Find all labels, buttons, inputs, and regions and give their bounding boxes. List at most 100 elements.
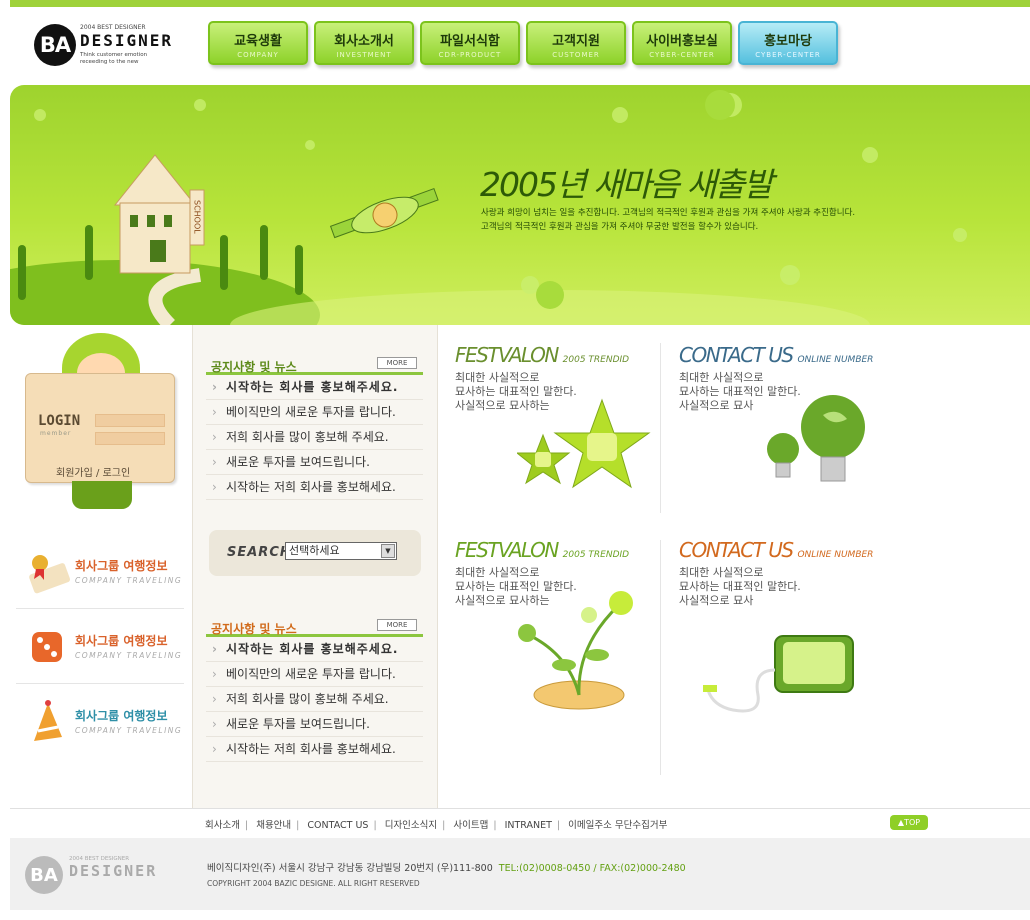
separator: | bbox=[373, 820, 377, 831]
site-logo[interactable]: BA 2004 BEST DESIGNER DESIGNER Think cus… bbox=[34, 22, 194, 70]
nav-item-education[interactable]: 교육생활 COMPANY bbox=[208, 21, 308, 65]
character-legs bbox=[72, 481, 132, 509]
promo-sub-text: ONLINE NUMBER bbox=[797, 355, 874, 365]
more-button[interactable]: MORE bbox=[377, 357, 417, 369]
nav-label: 교육생활 bbox=[234, 34, 282, 49]
news-item[interactable]: 시작하는 회사를 홍보해주세요. bbox=[206, 637, 423, 662]
promo-head-text: FESTVALON bbox=[455, 538, 559, 562]
news-title: 공지사항 및 뉴스 bbox=[211, 360, 297, 374]
promo-line: 최대한 사실적으로 bbox=[455, 371, 540, 384]
login-subtitle: member bbox=[40, 430, 72, 437]
footer-link-newsletter[interactable]: 디자인소식지 bbox=[385, 820, 437, 831]
footer-link-sitemap[interactable]: 사이트맵 bbox=[453, 820, 488, 831]
footer-logo-mark: BA bbox=[25, 856, 63, 894]
footer-link-email-policy[interactable]: 이메일주소 무단수집거부 bbox=[568, 820, 667, 831]
news-item[interactable]: 시작하는 저희 회사를 홍보해세요. bbox=[206, 475, 423, 500]
news-list: 시작하는 회사를 홍보해주세요. 베이직만의 새로운 투자를 랍니다. 저희 회… bbox=[206, 637, 423, 762]
side-item-travel-3[interactable]: 회사그룹 여행정보 COMPANY TRAVELING bbox=[16, 685, 184, 759]
search-select-value: 선택하세요 bbox=[289, 544, 340, 557]
news-header: 공지사항 및 뉴스 MORE bbox=[206, 615, 423, 637]
promo-line: 최대한 사실적으로 bbox=[679, 566, 764, 579]
banner-desc-line-1: 사랑과 희망이 넘치는 일을 추진합니다. 고객님의 적극적인 후원과 관심을 … bbox=[481, 208, 856, 218]
nav-item-promotion[interactable]: 홍보마당 CYBER-CENTER bbox=[738, 21, 838, 65]
footer-link-intranet[interactable]: INTRANET bbox=[505, 820, 552, 831]
top-button[interactable]: ▲TOP bbox=[890, 815, 928, 830]
banner-desc-line-2: 고객님의 적극적인 후원과 관심을 가져 주셔야 무궁한 발전을 할수가 있습니… bbox=[481, 222, 759, 232]
promo-heading: CONTACT US ONLINE NUMBER bbox=[679, 538, 873, 562]
copyright: COPYRIGHT 2004 BAZIC DESIGNE. ALL RIGHT … bbox=[207, 879, 420, 888]
separator: | bbox=[493, 820, 497, 831]
join-link[interactable]: 회원가입 bbox=[56, 468, 93, 479]
promo-sub-text: 2005 TRENDID bbox=[562, 550, 630, 560]
nav-sub: COMPANY bbox=[237, 51, 279, 59]
login-id-field[interactable] bbox=[95, 414, 165, 427]
news-list: 시작하는 회사를 홍보해주세요. 베이직만의 새로운 투자를 랍니다. 저희 회… bbox=[206, 375, 423, 500]
promo-sub-text: 2005 TRENDID bbox=[562, 355, 630, 365]
news-item[interactable]: 저희 회사를 많이 홍보해 주세요. bbox=[206, 687, 423, 712]
nav-sub: CYBER-CENTER bbox=[755, 51, 821, 59]
footer: BA 2004 BEST DESIGNER DESIGNER 베이직디자인(주)… bbox=[10, 838, 1030, 910]
promo-contact-2[interactable]: CONTACT US ONLINE NUMBER 최대한 사실적으로 묘사하는 대… bbox=[663, 520, 873, 713]
main-nav: 교육생활 COMPANY 회사소개서 INVESTMENT 파일서식함 CDR-PRO… bbox=[208, 21, 838, 65]
left-sidebar: LOGIN member 회원가입 / 로그인 회사그룹 여행정보 COMPAN… bbox=[10, 325, 193, 808]
tel-fax-text: TEL:(02)0008-0450 / FAX:(02)000-2480 bbox=[498, 863, 686, 874]
banner-title: 2005년 새마음 새출발 bbox=[480, 165, 773, 204]
dropdown-arrow-icon: ▼ bbox=[381, 544, 395, 558]
footer-divider bbox=[10, 808, 1030, 809]
logo-tagline: Think customer emotion receeding to the … bbox=[80, 52, 148, 65]
nav-item-cyber-pr[interactable]: 사이버홍보실 CYBER-CENTER bbox=[632, 21, 732, 65]
nav-item-support[interactable]: 고객지원 CUSTOMER bbox=[526, 21, 626, 65]
news-item[interactable]: 새로운 투자를 보여드립니다. bbox=[206, 450, 423, 475]
nav-sub: INVESTMENT bbox=[336, 51, 392, 59]
footer-link-company[interactable]: 회사소개 bbox=[205, 820, 240, 831]
separator: | bbox=[244, 820, 249, 831]
promo-line: 묘사하는 대표적인 말한다. bbox=[679, 580, 801, 593]
promo-festvalon-1[interactable]: FESTVALON 2005 TRENDID 최대한 사실적으로 묘사하는 대표적… bbox=[439, 325, 651, 515]
device-icon bbox=[703, 635, 854, 713]
nav-item-files[interactable]: 파일서식함 CDR-PRODUCT bbox=[420, 21, 520, 65]
banner-description: 사랑과 희망이 넘치는 일을 추진합니다. 고객님의 적극적인 후원과 관심을 … bbox=[481, 206, 855, 234]
footer-link-recruit[interactable]: 채용안내 bbox=[256, 820, 291, 831]
logo-name: DESIGNER bbox=[80, 31, 174, 50]
side-item-subtitle: COMPANY TRAVELING bbox=[75, 726, 183, 735]
promo-head-text: FESTVALON bbox=[455, 343, 559, 367]
dice-icon bbox=[32, 632, 62, 662]
certificate-icon bbox=[29, 555, 70, 594]
promo-festvalon-2[interactable]: FESTVALON 2005 TRENDID 최대한 사실적으로 묘사하는 대표적… bbox=[439, 520, 644, 710]
login-panel: LOGIN member 회원가입 / 로그인 bbox=[22, 331, 182, 521]
nav-label: 파일서식함 bbox=[440, 34, 500, 49]
logo-mark: BA bbox=[34, 24, 76, 66]
plant-bulbs-icon bbox=[518, 591, 633, 710]
more-button[interactable]: MORE bbox=[377, 619, 417, 631]
separator: | bbox=[296, 820, 300, 831]
footer-link-contact[interactable]: CONTACT US bbox=[307, 820, 368, 831]
party-hat-icon bbox=[34, 700, 62, 741]
side-item-travel-1[interactable]: 회사그룹 여행정보 COMPANY TRAVELING bbox=[16, 535, 184, 609]
news-item[interactable]: 베이직만의 새로운 투자를 랍니다. bbox=[206, 400, 423, 425]
search-select[interactable]: 선택하세요 ▼ bbox=[285, 542, 397, 560]
login-link[interactable]: 로그인 bbox=[103, 468, 131, 479]
nav-item-company[interactable]: 회사소개서 INVESTMENT bbox=[314, 21, 414, 65]
nav-label: 고객지원 bbox=[552, 34, 600, 49]
news-item[interactable]: 시작하는 회사를 홍보해주세요. bbox=[206, 375, 423, 400]
news-item[interactable]: 시작하는 저희 회사를 홍보해세요. bbox=[206, 737, 423, 762]
footer-logo-name: DESIGNER bbox=[69, 862, 158, 880]
news-item[interactable]: 새로운 투자를 보여드립니다. bbox=[206, 712, 423, 737]
promo-line: 사실적으로 묘사 bbox=[679, 594, 754, 607]
top-accent-bar bbox=[10, 0, 1030, 7]
top-button-label: TOP bbox=[904, 818, 921, 827]
promo-contact-1[interactable]: CONTACT US ONLINE NUMBER 최대한 사실적으로 묘사하는 대… bbox=[663, 325, 873, 515]
promo-line: 최대한 사실적으로 bbox=[455, 566, 540, 579]
side-item-travel-2[interactable]: 회사그룹 여행정보 COMPANY TRAVELING bbox=[16, 610, 184, 684]
separator: | bbox=[556, 820, 561, 831]
news-item[interactable]: 저희 회사를 많이 홍보해 주세요. bbox=[206, 425, 423, 450]
news-item[interactable]: 베이직만의 새로운 투자를 랍니다. bbox=[206, 662, 423, 687]
news-column: 공지사항 및 뉴스 MORE 시작하는 회사를 홍보해주세요. 베이직만의 새로… bbox=[193, 325, 438, 808]
login-password-field[interactable] bbox=[95, 432, 165, 445]
side-item-subtitle: COMPANY TRAVELING bbox=[75, 651, 183, 660]
nav-sub: CYBER-CENTER bbox=[649, 51, 715, 59]
lightbulb-icon bbox=[767, 395, 865, 482]
search-box: SEARCH 선택하세요 ▼ bbox=[209, 530, 421, 576]
nav-label: 사이버홍보실 bbox=[646, 34, 718, 49]
news-title: 공지사항 및 뉴스 bbox=[211, 622, 297, 636]
